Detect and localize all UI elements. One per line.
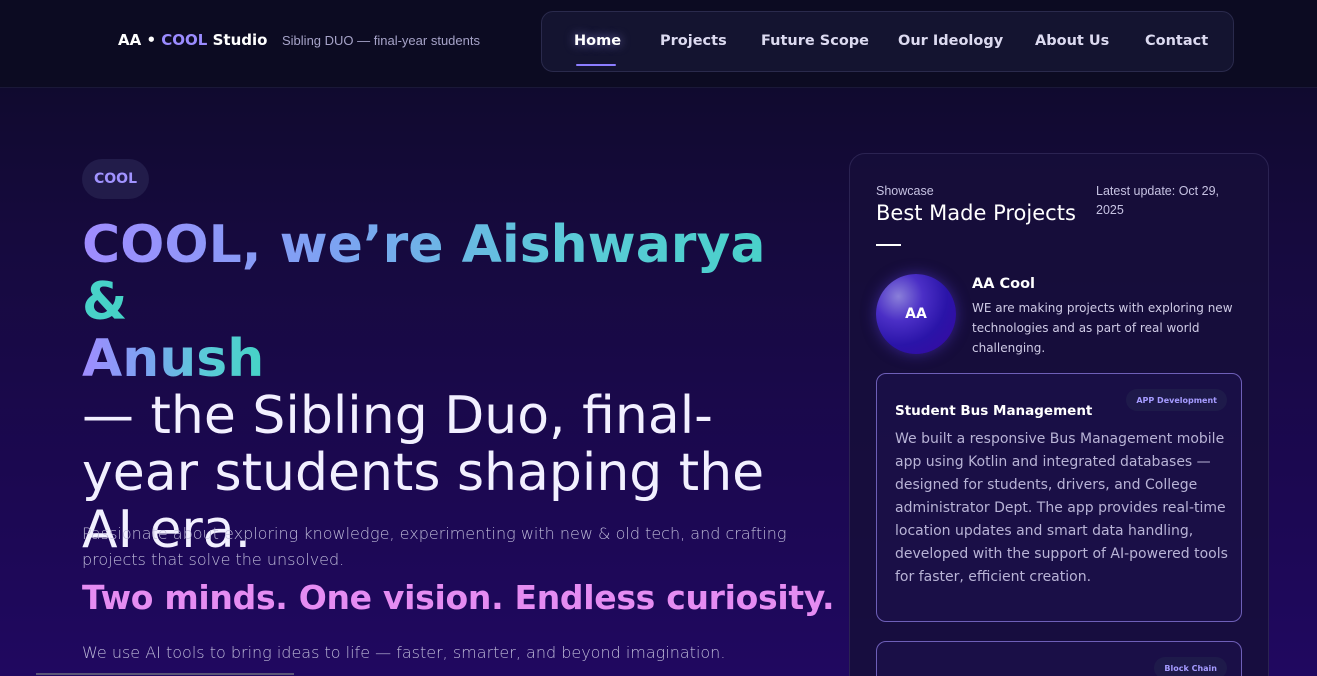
showcase-title: Best Made Projects: [876, 201, 1076, 225]
hero-description: Passionate about exploring knowledge, ex…: [82, 524, 787, 569]
main-nav: Home Projects Future Scope Our Ideology …: [541, 11, 1234, 72]
showcase-kicker: Showcase: [876, 184, 934, 198]
nav-active-indicator: [576, 64, 616, 66]
scroll-indicator: [36, 673, 294, 675]
headline-gradient-line2: Anush: [82, 329, 265, 389]
project-tag: APP Development: [1126, 389, 1227, 411]
headline-gradient-line1: COOL, we’re Aishwarya &: [82, 215, 766, 332]
brand-suffix: Studio: [212, 31, 268, 49]
project-title: Student Bus Management: [895, 403, 1093, 419]
title-underline: [876, 244, 901, 246]
brand-subtitle: Sibling DUO — final-year students: [282, 33, 480, 48]
nav-about-us[interactable]: About Us: [1035, 33, 1109, 49]
hero-headline: COOL, we’re Aishwarya & Anush — the Sibl…: [82, 217, 822, 559]
project-card[interactable]: Block Chain: [876, 641, 1242, 676]
latest-update: Latest update: Oct 29, 2025: [1096, 184, 1219, 217]
nav-future-scope[interactable]: Future Scope: [761, 33, 869, 49]
brand-accent: COOL: [161, 31, 208, 49]
nav-projects[interactable]: Projects: [660, 33, 727, 49]
showcase-panel: Showcase Best Made Projects Latest updat…: [849, 153, 1269, 676]
project-tag: Block Chain: [1154, 657, 1227, 676]
project-card[interactable]: APP Development Student Bus Management W…: [876, 373, 1242, 622]
hero-note: We use AI tools to bring ideas to life —…: [82, 643, 726, 662]
brand-dot: •: [146, 31, 157, 49]
nav-our-ideology[interactable]: Our Ideology: [898, 33, 1003, 49]
author-name: AA Cool: [972, 276, 1036, 292]
site-header: AA • COOL Studio Sibling DUO — final-yea…: [0, 0, 1317, 88]
hero-tagline: Two minds. One vision. Endless curiosity…: [82, 578, 835, 617]
hero-badge: COOL: [82, 159, 149, 199]
nav-contact[interactable]: Contact: [1145, 33, 1208, 49]
project-description: We built a responsive Bus Management mob…: [895, 431, 1228, 585]
avatar: AA: [876, 274, 956, 354]
brand-logo[interactable]: AA • COOL Studio: [118, 31, 267, 49]
nav-home[interactable]: Home: [574, 33, 621, 49]
brand-prefix: AA: [118, 31, 142, 49]
author-description: WE are making projects with exploring ne…: [972, 301, 1233, 355]
